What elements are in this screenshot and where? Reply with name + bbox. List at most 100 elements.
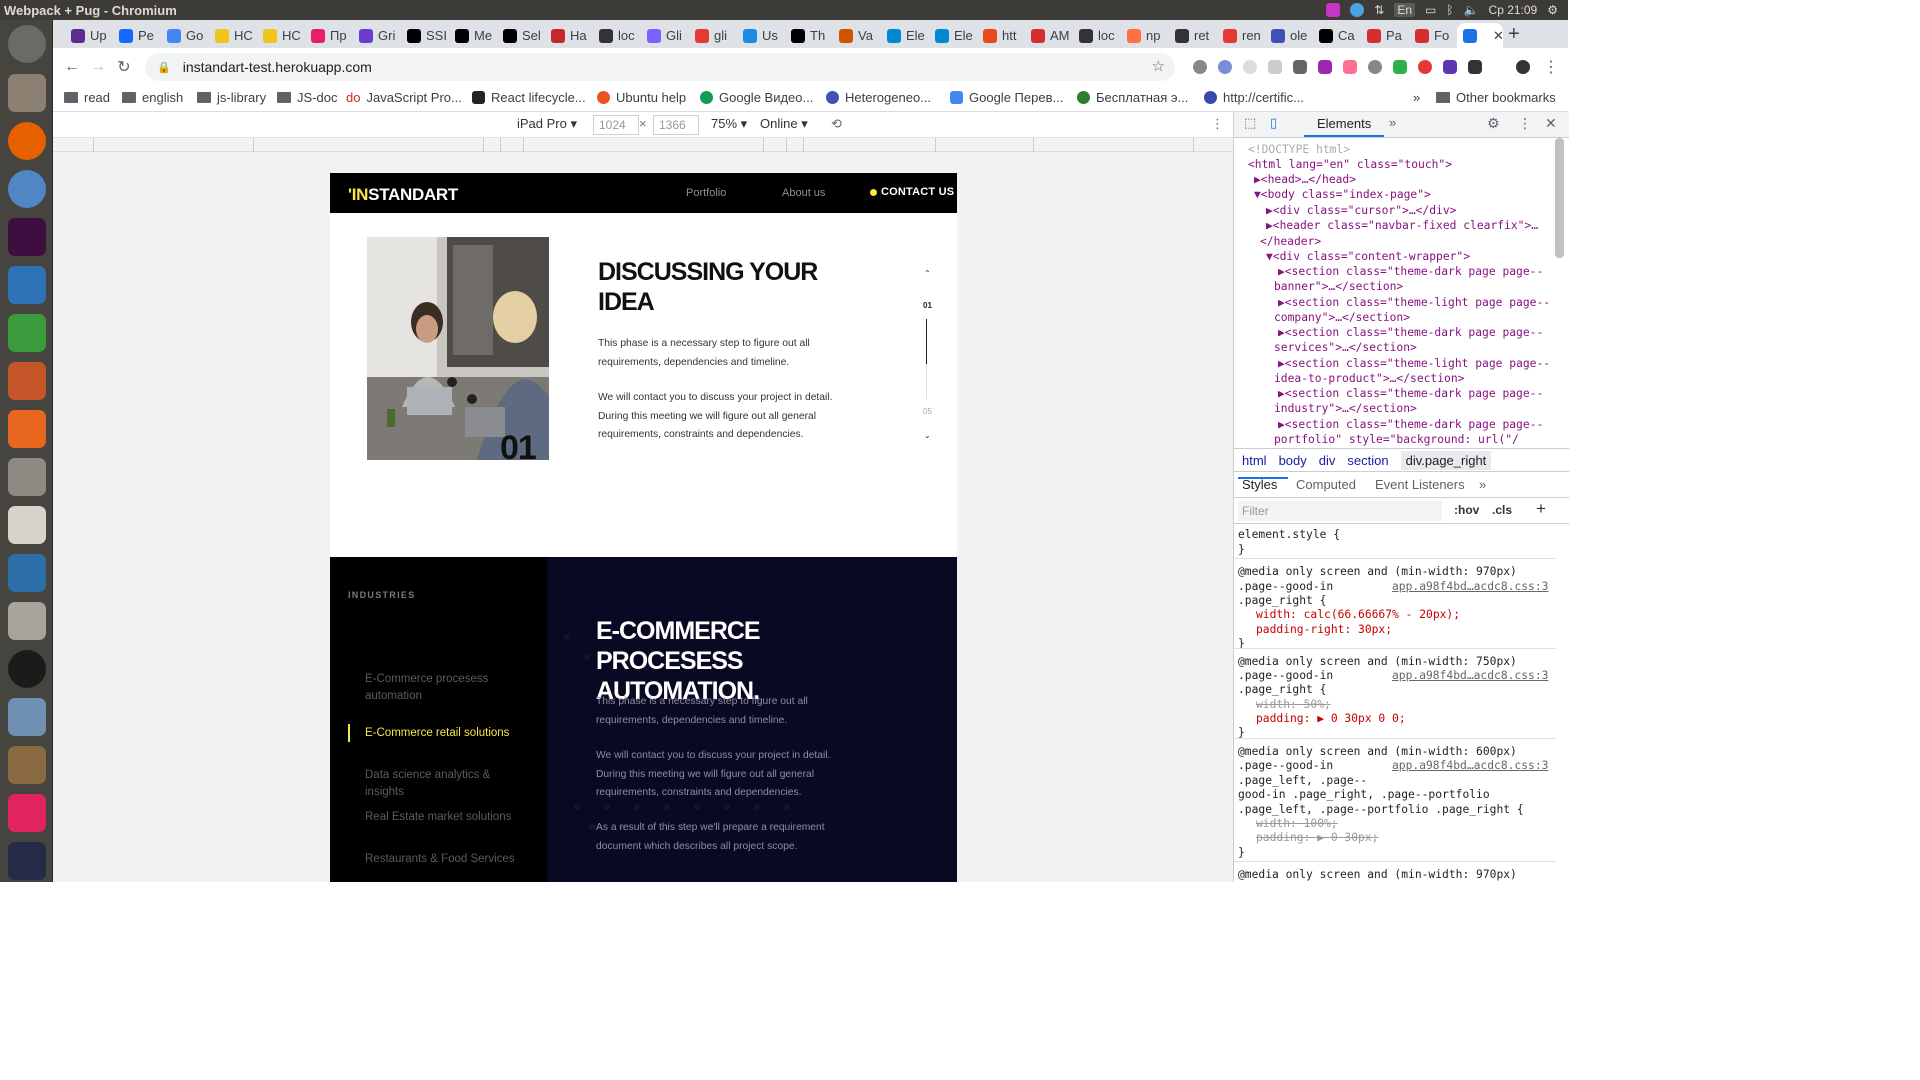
css-rule-line[interactable]: @media only screen and (min-width: 970px… (1238, 565, 1517, 580)
media-query-ruler[interactable] (53, 138, 1233, 152)
industry-item[interactable]: Real Estate market solutions (365, 809, 515, 826)
forward-button[interactable]: → (85, 58, 111, 76)
bookmark-folder[interactable]: js-library (197, 90, 266, 105)
browser-tab[interactable]: Пр (305, 23, 351, 48)
menu-kebab-icon[interactable]: ⋮ (1538, 57, 1564, 77)
bookmark-link[interactable]: Google Перев... (950, 90, 1063, 105)
class-toggle[interactable]: .cls (1492, 503, 1512, 517)
tab-label[interactable]: loc (618, 28, 635, 43)
browser-tab[interactable]: Ele (881, 23, 927, 48)
css-rule-line[interactable]: good-in .page_right, .page--portfolio (1238, 788, 1490, 803)
nav-about[interactable]: About us (782, 187, 825, 199)
dom-node-line[interactable]: ▶<div class="cursor">…</div> (1266, 203, 1456, 218)
css-rule-line[interactable]: @media only screen and (min-width: 750px… (1238, 655, 1517, 670)
css-rule-line[interactable]: .page_right { (1238, 594, 1326, 609)
new-rule-button[interactable]: + (1536, 499, 1546, 519)
browser-tab-active[interactable]: ✕ (1457, 23, 1503, 48)
tab-label[interactable]: Sel (522, 28, 541, 43)
inspect-element-icon[interactable]: ⬚ (1244, 115, 1256, 131)
browser-tab[interactable]: Fo (1409, 23, 1455, 48)
css-rule-line[interactable]: .page_left, .page-- (1238, 774, 1367, 789)
breadcrumb-div[interactable]: div (1319, 453, 1336, 468)
dom-node-line[interactable]: </header> (1260, 234, 1321, 249)
tools-icon[interactable] (8, 458, 46, 496)
slack-icon[interactable] (8, 218, 46, 256)
browser-tab[interactable]: ren (1217, 23, 1263, 48)
css-rule-line[interactable]: } (1238, 637, 1245, 652)
browser-tab[interactable]: ret (1169, 23, 1215, 48)
tab-label[interactable]: Fo (1434, 28, 1449, 43)
impress-icon[interactable] (8, 362, 46, 400)
dom-node-line[interactable]: <html lang="en" class="touch"> (1248, 157, 1452, 172)
tab-label[interactable]: Ha (570, 28, 587, 43)
installer-icon[interactable] (8, 602, 46, 640)
url-text[interactable]: instandart-test.herokuapp.com (183, 59, 372, 75)
tab-label[interactable]: Go (186, 28, 203, 43)
hover-state-toggle[interactable]: :hov (1454, 503, 1479, 517)
device-width-input[interactable]: 1024 (593, 115, 639, 135)
devtools-menu-icon[interactable]: ⋮ (1518, 115, 1532, 132)
dom-node-line[interactable]: banner">…</section> (1274, 279, 1403, 294)
keyboard-layout[interactable]: En (1394, 3, 1416, 17)
css-rule-line[interactable]: width: 50%; (1256, 698, 1331, 713)
extension-icon[interactable] (1468, 60, 1482, 74)
chevron-up-icon[interactable]: ⌃ (924, 269, 931, 278)
browser-tab[interactable]: Go (161, 23, 207, 48)
amazon-icon[interactable] (8, 650, 46, 688)
library-icon[interactable] (8, 746, 46, 784)
device-toggle-icon[interactable]: ▯ (1270, 115, 1277, 131)
css-rule-line[interactable]: .page_right { (1238, 683, 1326, 698)
css-source-link[interactable]: app.a98f4bd…acdc8.css:3 (1392, 580, 1548, 595)
bookmark-link[interactable]: do JavaScript Pro... (346, 90, 462, 105)
tab-styles[interactable]: Styles (1242, 477, 1277, 492)
browser-tab[interactable]: Ha (545, 23, 591, 48)
nav-contact[interactable]: CONTACT US (870, 186, 954, 198)
dom-node-line[interactable]: company">…</section> (1274, 310, 1410, 325)
back-button[interactable]: ← (59, 58, 85, 76)
dom-node-line[interactable]: ▶<header class="navbar-fixed clearfix">… (1266, 218, 1538, 233)
css-rule-line[interactable]: } (1238, 543, 1245, 558)
tab-label[interactable]: gli (714, 28, 727, 43)
address-bar[interactable]: 🔒 instandart-test.herokuapp.com ☆ (145, 53, 1175, 81)
industry-item[interactable]: Restaurants & Food Services (365, 851, 515, 868)
bookmark-link[interactable]: React lifecycle... (472, 90, 586, 105)
chromium-icon[interactable] (8, 170, 46, 208)
bluetooth-icon[interactable]: ᛒ (1446, 3, 1453, 17)
bookmark-link[interactable]: Ubuntu help (597, 90, 686, 105)
bookmark-folder[interactable]: JS-doc (277, 90, 337, 105)
dom-node-line[interactable]: idea-to-product">…</section> (1274, 371, 1464, 386)
lock-icon[interactable]: 🔒 (157, 61, 171, 74)
dom-scrollbar[interactable] (1555, 138, 1564, 258)
zoom-select[interactable]: 75% ▾ (711, 116, 747, 132)
tab-label[interactable]: HC (234, 28, 253, 43)
dom-node-line[interactable]: ▶<section class="theme-dark page page-- (1278, 417, 1543, 432)
calc-icon[interactable] (8, 314, 46, 352)
settings-gear-icon[interactable]: ⚙ (1487, 115, 1500, 132)
css-rule-line[interactable]: .page--good-in (1238, 669, 1333, 684)
clock[interactable]: Ср 21:09 (1489, 3, 1538, 17)
more-panels-button[interactable]: » (1389, 115, 1396, 130)
extension-icon[interactable] (1193, 60, 1207, 74)
dom-node-line[interactable]: ▶<section class="theme-dark page page-- (1278, 325, 1543, 340)
browser-tab[interactable]: Pa (1361, 23, 1407, 48)
tab-label[interactable]: ren (1242, 28, 1261, 43)
volume-icon[interactable]: 🔈 (1464, 3, 1479, 17)
css-rule-line[interactable]: } (1238, 846, 1245, 861)
dom-node-line[interactable]: portfolio" style="background: url("/ (1274, 432, 1519, 447)
tab-label[interactable]: AM (1050, 28, 1070, 43)
browser-tab[interactable]: Gri (353, 23, 399, 48)
styles-filter-input[interactable]: Filter (1238, 501, 1442, 521)
jetbrains-icon[interactable] (8, 794, 46, 832)
dom-node-line[interactable]: ▶<section class="theme-dark page page-- (1278, 386, 1543, 401)
more-tabs-button[interactable]: » (1479, 477, 1486, 492)
breadcrumb-body[interactable]: body (1279, 453, 1307, 468)
browser-tab[interactable]: SSI (401, 23, 447, 48)
tab-label[interactable]: loc (1098, 28, 1115, 43)
dom-tree[interactable]: <!DOCTYPE html> <html lang="en" class="to… (1234, 138, 1556, 448)
browser-tab[interactable]: Sel (497, 23, 543, 48)
bookmark-folder[interactable]: english (122, 90, 183, 105)
css-rule-line[interactable]: @media only screen and (min-width: 970px… (1238, 868, 1517, 883)
bookmark-star-icon[interactable]: ☆ (1152, 57, 1165, 75)
browser-tab[interactable]: loc (593, 23, 639, 48)
tab-label[interactable]: Up (90, 28, 107, 43)
